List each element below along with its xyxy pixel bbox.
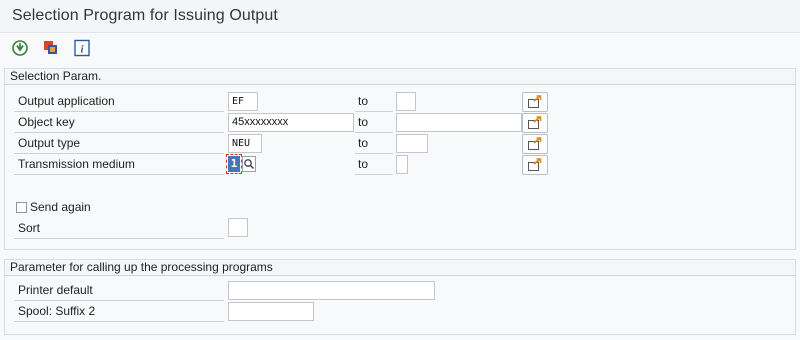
send-again-checkbox[interactable] [16, 202, 27, 213]
processing-params-title: Parameter for calling up the processing … [5, 260, 795, 276]
transmission-medium-from-input[interactable]: 1 [226, 154, 242, 174]
page-title: Selection Program for Issuing Output [12, 7, 278, 24]
output-type-to-label: to [355, 134, 393, 154]
toolbar: i [0, 33, 800, 64]
object-key-multiple-selection-button[interactable] [522, 113, 548, 133]
output-type-from-input[interactable]: NEU [228, 134, 262, 153]
output-type-multiple-selection-button[interactable] [522, 134, 548, 154]
output-type-to-input[interactable] [396, 134, 428, 153]
multiple-selection-icon [528, 116, 542, 129]
title-bar: Selection Program for Issuing Output [0, 0, 800, 33]
send-again-label: Send again [30, 200, 91, 214]
output-application-from-input[interactable]: EF [228, 92, 258, 111]
get-variant-icon [44, 41, 57, 54]
multiple-selection-icon [528, 95, 542, 108]
output-application-to-label: to [355, 92, 393, 112]
object-key-label: Object key [14, 113, 224, 133]
object-key-to-input[interactable] [396, 113, 522, 132]
output-application-label: Output application [14, 92, 224, 112]
printer-default-input[interactable] [228, 281, 435, 300]
transmission-medium-label: Transmission medium [14, 155, 224, 175]
value-help-button[interactable] [242, 155, 256, 173]
multiple-selection-icon [528, 158, 542, 171]
output-application-to-input[interactable] [396, 92, 416, 111]
transmission-medium-value: 1 [228, 156, 240, 172]
multiple-selection-icon [528, 137, 542, 150]
get-variant-button[interactable] [40, 37, 62, 59]
transmission-medium-to-input[interactable] [396, 155, 408, 174]
spool-suffix-label: Spool: Suffix 2 [14, 302, 224, 322]
info-button[interactable]: i [71, 37, 93, 59]
sort-input[interactable] [228, 218, 248, 237]
transmission-medium-multiple-selection-button[interactable] [522, 155, 548, 175]
printer-default-label: Printer default [14, 281, 224, 301]
sort-label: Sort [14, 219, 224, 239]
output-application-multiple-selection-button[interactable] [522, 92, 548, 112]
info-icon: i [74, 39, 90, 57]
spool-suffix-input[interactable] [228, 302, 314, 321]
object-key-to-label: to [355, 113, 393, 133]
transmission-medium-to-label: to [355, 155, 393, 175]
object-key-from-input[interactable]: 45xxxxxxxx [228, 113, 354, 132]
value-help-icon [242, 156, 256, 172]
selection-params-title: Selection Param. [5, 69, 795, 85]
execute-icon [12, 40, 28, 56]
execute-button[interactable] [9, 37, 31, 59]
output-type-label: Output type [14, 134, 224, 154]
